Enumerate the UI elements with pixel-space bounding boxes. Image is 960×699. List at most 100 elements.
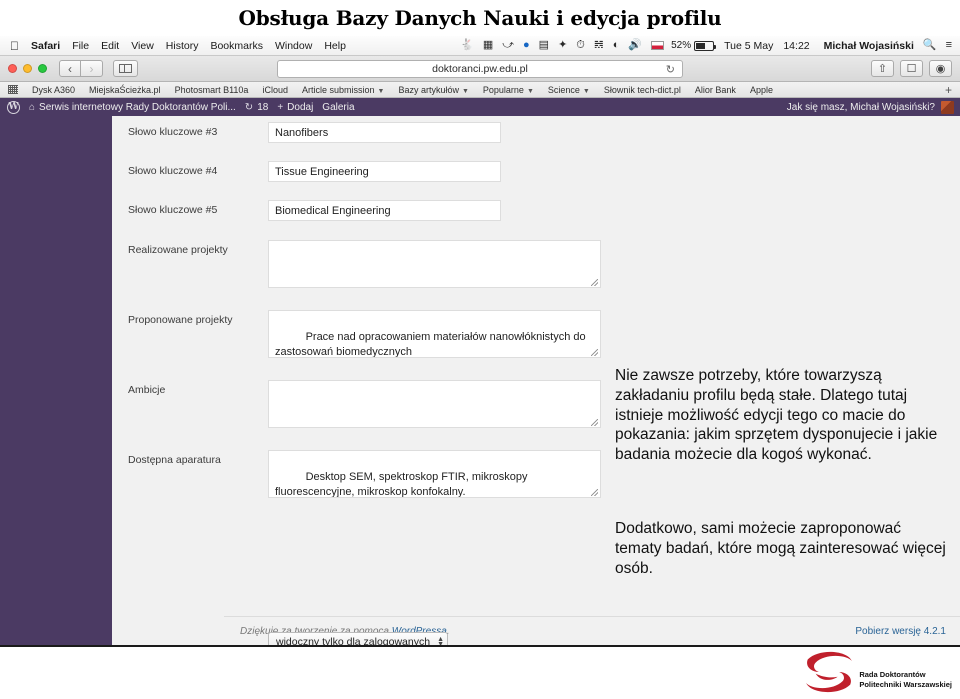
menu-file[interactable]: File xyxy=(72,40,89,52)
search-icon[interactable]: 🔍 xyxy=(923,40,937,51)
bookmark-popularne[interactable]: Popularne ▼ xyxy=(483,85,534,95)
wordpress-profile-page: Słowo kluczowe #3 Nanofibers Słowo klucz… xyxy=(0,116,960,699)
minimize-window-button[interactable] xyxy=(23,64,32,73)
forward-button[interactable]: › xyxy=(81,60,103,77)
wifi-icon[interactable]: ◐ xyxy=(613,40,620,51)
volume-icon[interactable]: 🔊 xyxy=(628,40,642,51)
table-row: Słowo kluczowe #3 Nanofibers xyxy=(112,122,960,162)
field-label: Proponowane projekty xyxy=(128,314,233,326)
chevron-down-icon: ▼ xyxy=(461,87,469,95)
field-label: Dostępna aparatura xyxy=(128,454,221,466)
resize-handle-icon[interactable] xyxy=(591,419,598,426)
maximize-window-button[interactable] xyxy=(38,64,47,73)
navigation-buttons: ‹ › xyxy=(59,60,103,77)
polish-flag-icon[interactable] xyxy=(651,41,665,50)
menubar-time[interactable]: 14:22 xyxy=(783,40,809,52)
menu-help[interactable]: Help xyxy=(324,40,346,52)
reload-icon[interactable]: ↻ xyxy=(666,63,675,76)
screenshot-root: Obsługa Bazy Danych Nauki i edycja profi… xyxy=(0,0,960,699)
slide-title: Obsługa Bazy Danych Nauki i edycja profi… xyxy=(238,6,722,30)
battery-icon[interactable] xyxy=(694,40,717,51)
bookmark-label: Bazy artykułów xyxy=(398,84,459,95)
bookmark-bazy-artykulow[interactable]: Bazy artykułów ▼ xyxy=(398,85,468,95)
bookmark-label: Article submission xyxy=(301,84,375,95)
bookmark-alior-bank[interactable]: Alior Bank xyxy=(695,85,736,95)
admin-bar-new-content[interactable]: + Dodaj xyxy=(277,102,313,113)
keyword-5-input[interactable]: Biomedical Engineering xyxy=(268,200,501,221)
time-machine-icon[interactable]: ⏱ xyxy=(576,40,585,51)
bookmark-science[interactable]: Science ▼ xyxy=(548,85,590,95)
keyword-4-input[interactable]: Tissue Engineering xyxy=(268,161,501,182)
apple-icon[interactable]:  xyxy=(10,40,19,52)
admin-sidebar[interactable] xyxy=(0,116,112,645)
downloads-icon[interactable]: ◉ xyxy=(929,60,952,77)
menu-view[interactable]: View xyxy=(131,40,154,52)
bookmark-icloud[interactable]: iCloud xyxy=(262,85,288,95)
chevron-down-icon: ▼ xyxy=(377,87,385,95)
resize-handle-icon[interactable] xyxy=(591,349,598,356)
bookmark-miejskasciezka[interactable]: MiejskaŚcieżka.pl xyxy=(89,85,161,95)
annotation-paragraph-1: Nie zawsze potrzeby, które towarzyszą za… xyxy=(615,367,938,464)
bookmarks-grid-icon[interactable] xyxy=(8,85,18,94)
new-content-label: Dodaj xyxy=(287,101,314,113)
logo-text: Rada Doktorantów Politechniki Warszawski… xyxy=(859,670,952,690)
bluetooth-icon[interactable]: 𝌦 xyxy=(594,40,604,51)
show-tabs-icon[interactable]: ☐ xyxy=(900,60,923,77)
menubar-user[interactable]: Michał Wojasiński xyxy=(824,40,914,52)
avatar xyxy=(941,100,954,114)
field-label: Ambicje xyxy=(128,384,166,396)
available-equipment-textarea[interactable]: Desktop SEM, spektroskop FTIR, mikroskop… xyxy=(268,450,601,498)
menu-bookmarks[interactable]: Bookmarks xyxy=(210,40,263,52)
realized-projects-textarea[interactable] xyxy=(268,240,601,288)
table-row: Proponowane projekty Prace nad opracowan… xyxy=(112,310,960,370)
menu-edit[interactable]: Edit xyxy=(101,40,119,52)
bookmark-article-submission[interactable]: Article submission ▼ xyxy=(302,85,384,95)
bookmark-label: MiejskaŚcieżka.pl xyxy=(89,84,161,95)
plus-icon: + xyxy=(277,101,284,113)
bookmark-apple[interactable]: Apple xyxy=(750,85,773,95)
updates-count: 18 xyxy=(257,101,269,113)
macos-menu-bar:  Safari File Edit View History Bookmark… xyxy=(0,36,960,56)
bookmarks-bar: Dysk A360 MiejskaŚcieżka.pl Photosmart B… xyxy=(0,82,960,98)
chevron-down-icon: ▼ xyxy=(526,87,534,95)
field-label: Realizowane projekty xyxy=(128,244,228,256)
keyword-3-input[interactable]: Nanofibers xyxy=(268,122,501,143)
close-window-button[interactable] xyxy=(8,64,17,73)
admin-bar-updates[interactable]: ↻ 18 xyxy=(245,102,269,113)
wordpress-version-link[interactable]: Pobierz wersję 4.2.1 xyxy=(855,626,946,637)
ambitions-textarea[interactable] xyxy=(268,380,601,428)
menu-safari[interactable]: Safari xyxy=(31,40,60,52)
menubar-date[interactable]: Tue 5 May xyxy=(724,40,773,52)
airplay-icon[interactable]: ▤ xyxy=(539,40,549,51)
evernote-icon[interactable]: 🐇 xyxy=(460,40,474,51)
address-bar[interactable]: doktoranci.pw.edu.pl ↻ xyxy=(277,60,683,78)
battery-saver-icon[interactable]: ▦ xyxy=(483,40,493,51)
sidebar-toggle-button[interactable] xyxy=(113,60,138,77)
globe-icon[interactable]: ● xyxy=(523,40,530,51)
bookmark-photosmart[interactable]: Photosmart B110a xyxy=(175,85,249,95)
dropbox-icon[interactable]: ✦ xyxy=(558,40,567,51)
bookmark-slownik[interactable]: Słownik tech-dict.pl xyxy=(604,85,681,95)
notification-center-icon[interactable]: ≡ xyxy=(946,40,952,51)
back-button[interactable]: ‹ xyxy=(59,60,81,77)
bookmark-label: Słownik tech-dict.pl xyxy=(603,84,681,95)
share-icon[interactable]: ⇧ xyxy=(871,60,894,77)
logo-line-1: Rada Doktorantów xyxy=(859,669,926,679)
wordpress-logo-icon[interactable]: W xyxy=(7,100,20,114)
fast-forward-icon[interactable]: ⤻ xyxy=(502,40,514,51)
menu-history[interactable]: History xyxy=(166,40,199,52)
home-icon: ⌂ xyxy=(29,101,36,113)
sidebar-icon xyxy=(119,64,132,73)
proposed-projects-textarea[interactable]: Prace nad opracowaniem materiałów nanowł… xyxy=(268,310,601,358)
resize-handle-icon[interactable] xyxy=(591,279,598,286)
menu-window[interactable]: Window xyxy=(275,40,312,52)
admin-bar-site-name[interactable]: ⌂ Serwis internetowy Rady Doktorantów Po… xyxy=(29,102,236,113)
admin-bar-gallery[interactable]: Galeria xyxy=(322,102,354,113)
plus-icon[interactable]: + xyxy=(945,83,952,97)
rada-doktorantow-logo: Rada Doktorantów Politechniki Warszawski… xyxy=(801,650,952,694)
admin-bar-account[interactable]: Jak się masz, Michał Wojasiński? xyxy=(787,100,960,114)
resize-handle-icon[interactable] xyxy=(591,489,598,496)
chevron-down-icon: ▼ xyxy=(582,87,590,95)
battery-percent[interactable]: 52% xyxy=(671,40,691,51)
bookmark-dysk-a360[interactable]: Dysk A360 xyxy=(32,85,75,95)
